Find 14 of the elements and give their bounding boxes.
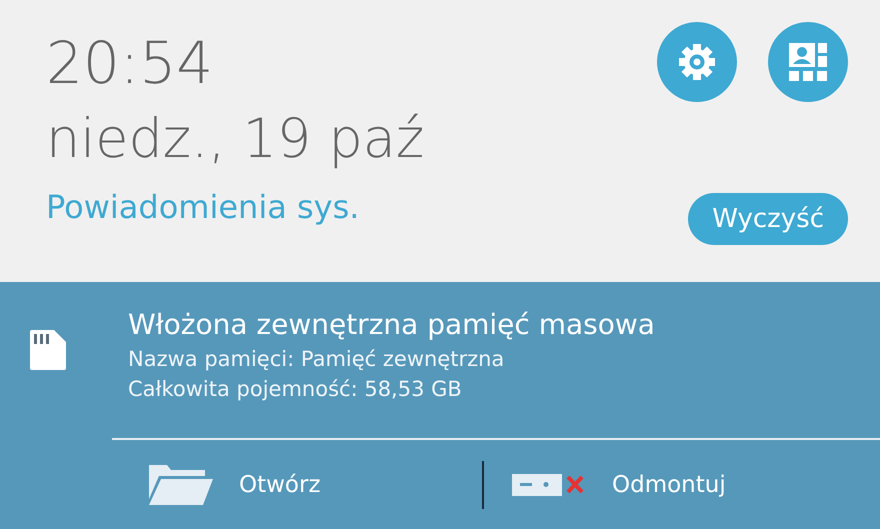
section-label: Powiadomienia sys. [46, 188, 360, 226]
clear-button[interactable]: Wyczyść [688, 193, 848, 245]
unmount-action[interactable]: Odmontuj [512, 472, 726, 498]
notification-title: Włożona zewnętrzna pamięć masowa [128, 308, 655, 341]
notification-text: Całkowita pojemność: 58,53 GB [128, 377, 463, 401]
clock-time: 20:54 [46, 34, 214, 92]
unmount-drive-icon [512, 472, 586, 498]
notification-text: Nazwa pamięci: Pamięć zewnętrzna [128, 347, 506, 371]
folder-icon [147, 464, 213, 504]
sd-card-icon [30, 330, 66, 370]
open-action[interactable]: Otwórz [147, 464, 482, 504]
settings-icon [677, 42, 717, 82]
contact-grid-icon [789, 43, 827, 81]
date-text: niedz., 19 paź [46, 112, 424, 166]
